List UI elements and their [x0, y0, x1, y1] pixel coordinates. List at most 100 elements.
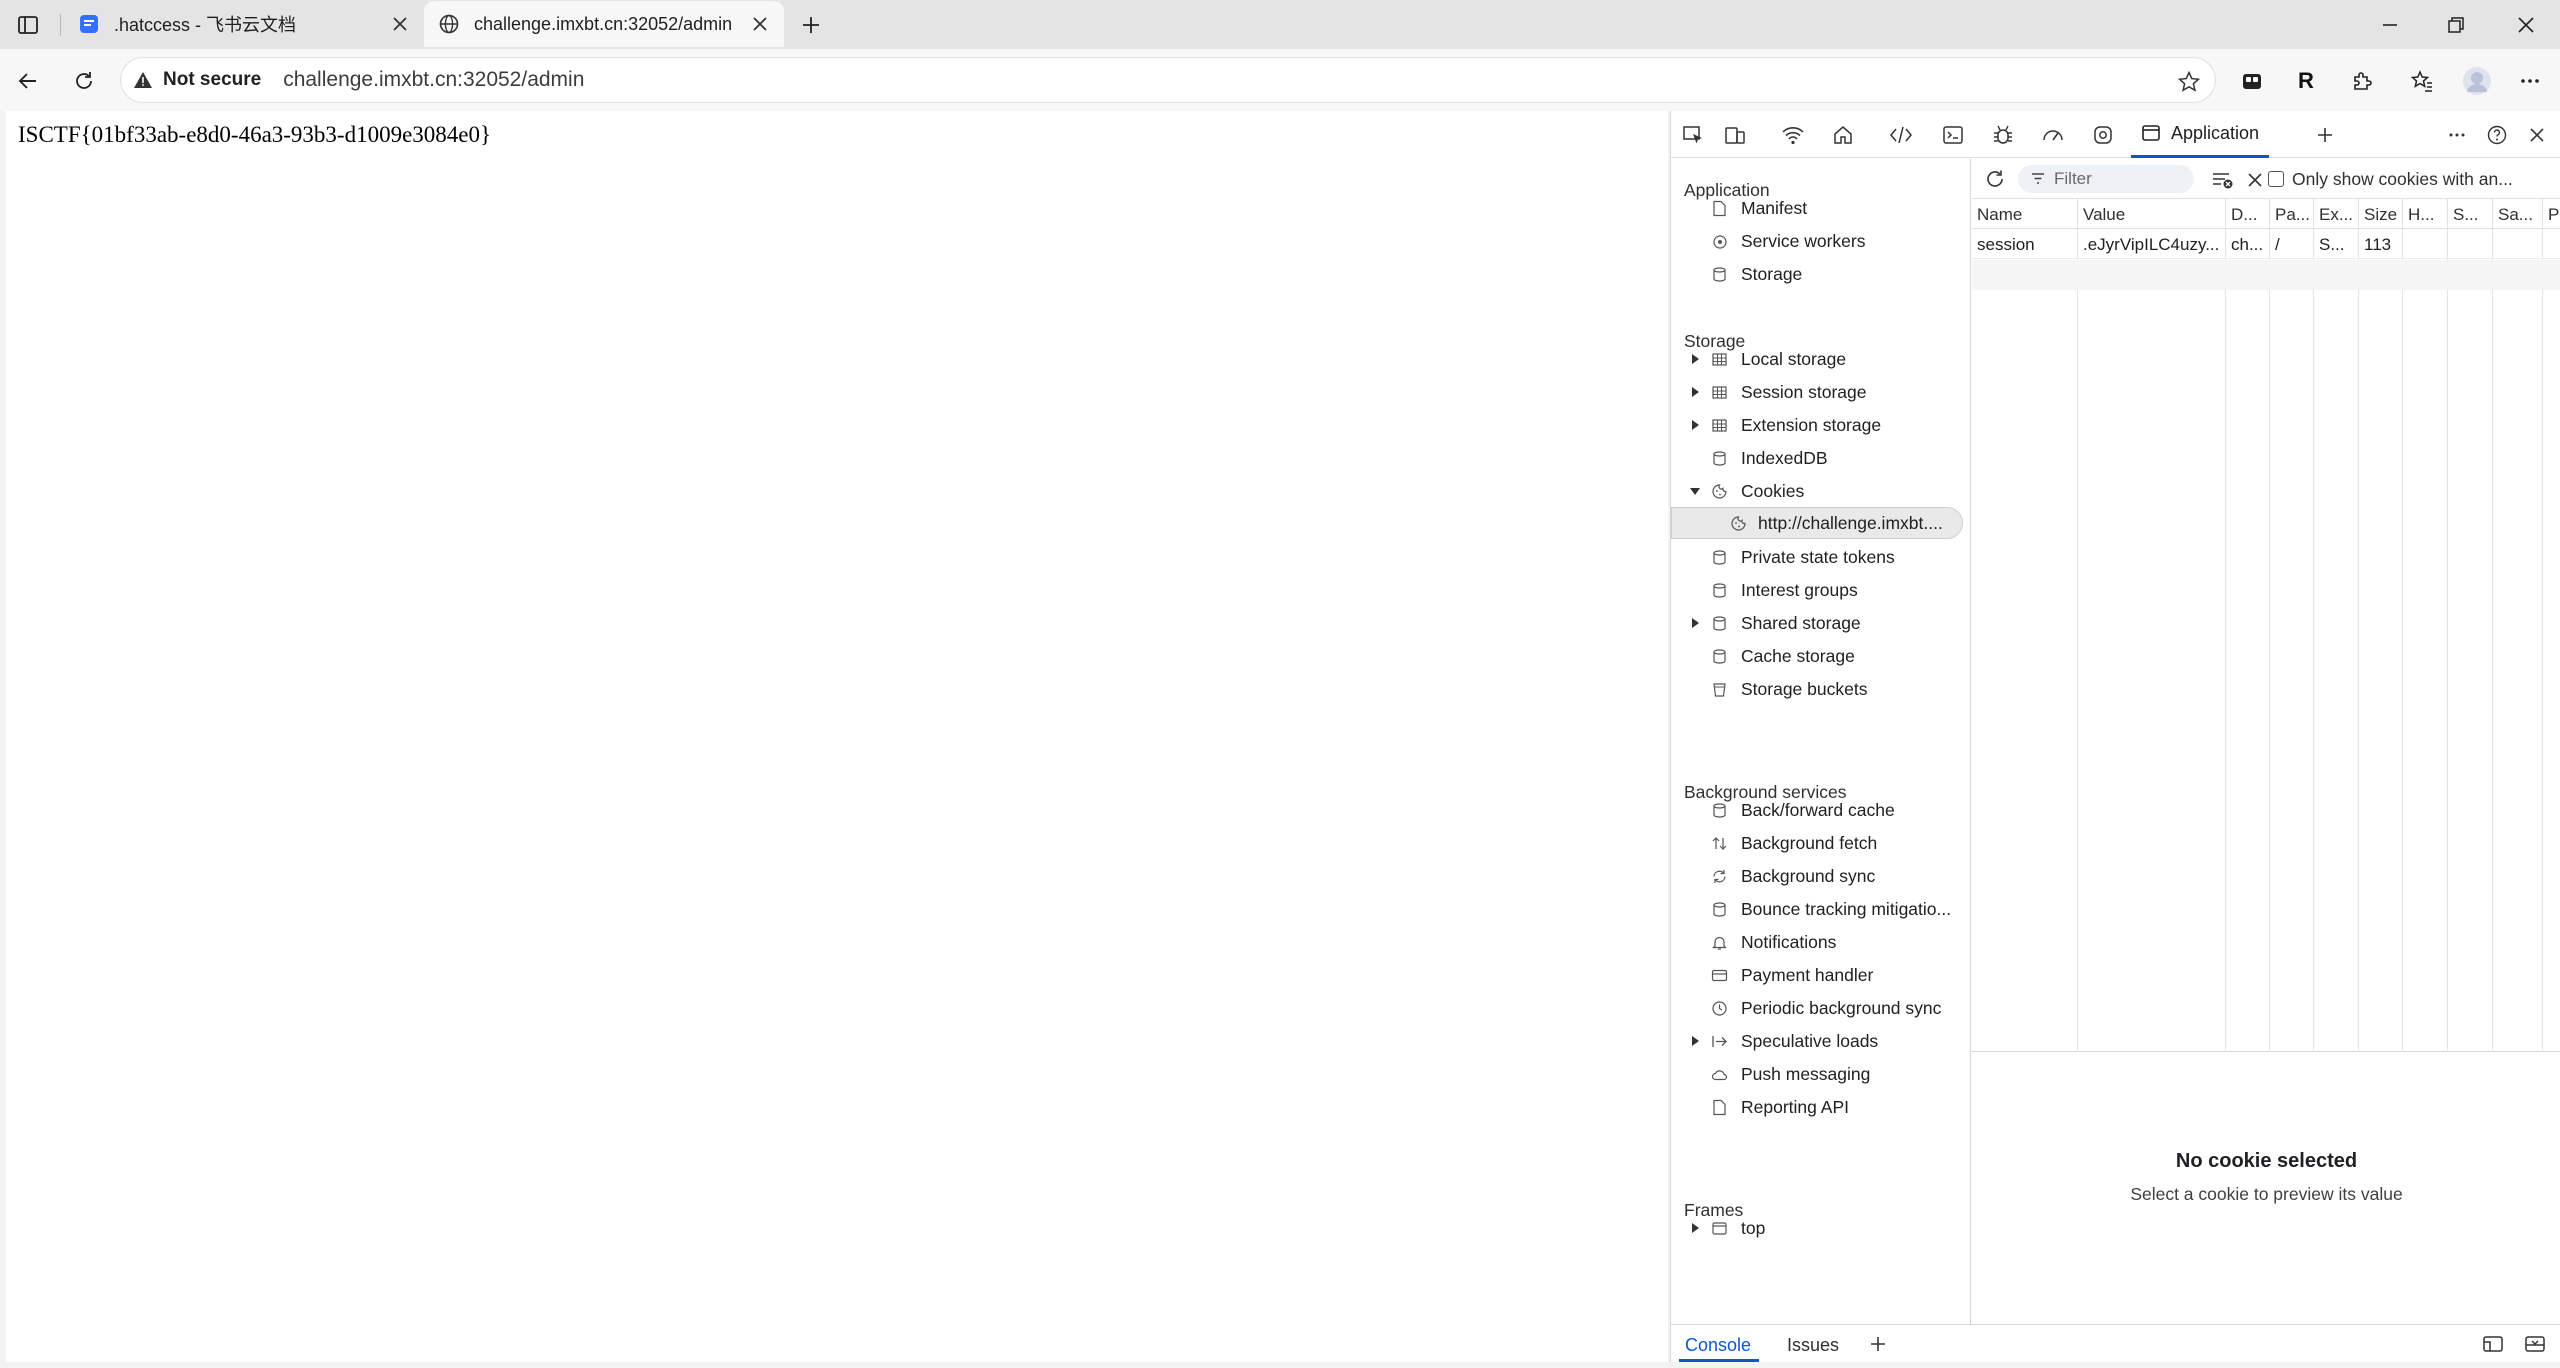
expand-arrow-icon[interactable] [1689, 386, 1701, 398]
welcome-home-icon[interactable] [1829, 121, 1857, 149]
sidebar-item-speculative-loads[interactable]: Speculative loads [1671, 1025, 1971, 1057]
column-header-httponly[interactable]: H... [2403, 199, 2448, 229]
column-header-expires[interactable]: Ex... [2314, 199, 2359, 229]
extensions-button[interactable] [2346, 65, 2378, 97]
elements-icon[interactable] [1887, 121, 1915, 149]
restore-button[interactable] [2436, 10, 2476, 40]
sidebar-item-back-forward-cache[interactable]: Back/forward cache [1671, 794, 1971, 826]
only-show-issues-label[interactable]: Only show cookies with an... [2292, 169, 2513, 190]
filter-input[interactable]: Filter [2018, 165, 2194, 193]
collapse-arrow-icon[interactable] [1689, 485, 1701, 497]
cell-value[interactable]: .eJyrVipILC4uzy... [2078, 229, 2226, 259]
add-drawer-tab-icon[interactable] [1865, 1331, 1891, 1357]
extension-app-button[interactable] [2236, 65, 2268, 97]
sidebar-item-local-storage[interactable]: Local storage [1671, 343, 1971, 375]
column-header-size[interactable]: Size [2359, 199, 2403, 229]
close-drawer-icon[interactable] [2521, 1331, 2549, 1357]
sidebar-item-private-state-tokens[interactable]: Private state tokens [1671, 541, 1971, 573]
cell-name[interactable]: session [1972, 229, 2078, 259]
column-header-samesite[interactable]: Sa... [2493, 199, 2543, 229]
devtools-tab-bar: Application [1671, 111, 2560, 158]
url-text[interactable]: challenge.imxbt.cn:32052/admin [283, 68, 584, 92]
column-header-name[interactable]: Name [1972, 199, 2078, 229]
close-tab-icon[interactable] [748, 12, 772, 36]
expand-arrow-icon[interactable] [1689, 1222, 1701, 1234]
expand-arrow-icon[interactable] [1689, 617, 1701, 629]
puzzle-icon [2354, 72, 2372, 90]
column-header-partition[interactable]: P [2543, 199, 2560, 229]
sidebar-item-storage[interactable]: Storage [1671, 258, 1971, 290]
cell-size[interactable]: 113 [2359, 229, 2403, 259]
only-show-issues-checkbox[interactable] [2268, 171, 2284, 187]
sidebar-item-storage-buckets[interactable]: Storage buckets [1671, 673, 1971, 705]
sidebar-item-background-sync[interactable]: Background sync [1671, 860, 1971, 892]
column-divider [2359, 199, 2403, 1052]
sidebar-item-payment-handler[interactable]: Payment handler [1671, 959, 1971, 991]
address-bar[interactable]: Not secure challenge.imxbt.cn:32052/admi… [120, 57, 2216, 103]
inspect-element-icon[interactable] [1679, 121, 1707, 149]
sidebar-item-periodic-background-sync[interactable]: Periodic background sync [1671, 992, 1971, 1024]
expand-arrow-icon[interactable] [1689, 419, 1701, 431]
cell-expires[interactable]: S... [2314, 229, 2359, 259]
sidebar-item-background-fetch[interactable]: Background fetch [1671, 827, 1971, 859]
drawer-tab-console[interactable]: Console [1685, 1335, 1751, 1356]
settings-gear-icon[interactable] [2089, 121, 2117, 149]
sidebar-item-session-storage[interactable]: Session storage [1671, 376, 1971, 408]
filter-icon [2032, 173, 2044, 184]
expand-arrow-icon[interactable] [1689, 1035, 1701, 1047]
performance-icon[interactable] [2039, 121, 2067, 149]
network-icon[interactable] [1779, 121, 1807, 149]
close-tab-icon[interactable] [388, 12, 412, 36]
sidebar-item-indexeddb[interactable]: IndexedDB [1671, 442, 1971, 474]
devtools-more-icon[interactable] [2443, 121, 2471, 149]
more-tools-plus-icon[interactable] [2311, 121, 2339, 149]
tab-actions-icon[interactable] [14, 11, 42, 39]
active-tab-indicator [1679, 1359, 1759, 1362]
sidebar-item-label: Periodic background sync [1741, 998, 1942, 1018]
drawer-tab-issues[interactable]: Issues [1787, 1335, 1839, 1356]
star-icon[interactable] [2177, 70, 2201, 94]
new-tab-button[interactable] [796, 10, 826, 40]
sidebar-item-shared-storage[interactable]: Shared storage [1671, 607, 1971, 639]
sidebar-item-push-messaging[interactable]: Push messaging [1671, 1058, 1971, 1090]
dock-drawer-icon[interactable] [2479, 1331, 2507, 1357]
device-toolbar-icon[interactable] [1721, 121, 1749, 149]
tab-application[interactable]: Application [2131, 111, 2269, 158]
delete-all-cookies-icon[interactable] [2242, 167, 2268, 193]
cell-path[interactable]: / [2270, 229, 2314, 259]
sidebar-item-extension-storage[interactable]: Extension storage [1671, 409, 1971, 441]
refresh-icon[interactable] [1982, 166, 2008, 192]
profile-avatar[interactable] [2460, 64, 2494, 98]
console-icon[interactable] [1939, 121, 1967, 149]
more-menu-button[interactable] [2514, 65, 2546, 97]
sidebar-item-cookie-origin[interactable]: http://challenge.imxbt.... [1671, 507, 1963, 539]
back-button[interactable] [12, 65, 44, 97]
help-icon[interactable] [2483, 121, 2511, 149]
tab-hatccess-doc[interactable]: .hatccess - 飞书云文档 [64, 1, 424, 47]
sidebar-item-notifications[interactable]: Notifications [1671, 926, 1971, 958]
sidebar-item-interest-groups[interactable]: Interest groups [1671, 574, 1971, 606]
reload-button[interactable] [68, 65, 100, 97]
minimize-button[interactable] [2370, 10, 2410, 40]
sidebar-item-manifest[interactable]: Manifest [1671, 192, 1971, 224]
profile-letter-button[interactable]: R [2290, 65, 2322, 97]
close-window-button[interactable] [2506, 10, 2546, 40]
column-header-path[interactable]: Pa... [2270, 199, 2314, 229]
close-devtools-icon[interactable] [2523, 121, 2551, 149]
security-label[interactable]: Not secure [163, 69, 261, 91]
clear-filtered-cookies-icon[interactable] [2210, 167, 2236, 193]
sidebar-item-cache-storage[interactable]: Cache storage [1671, 640, 1971, 672]
sidebar-item-cookies[interactable]: Cookies [1671, 475, 1971, 507]
tab-challenge-admin[interactable]: challenge.imxbt.cn:32052/admin [424, 1, 784, 47]
column-header-secure[interactable]: S... [2448, 199, 2493, 229]
favorites-button[interactable] [2406, 65, 2438, 97]
sources-bug-icon[interactable] [1989, 121, 2017, 149]
sidebar-item-service-workers[interactable]: Service workers [1671, 225, 1971, 257]
sidebar-item-frame-top[interactable]: top [1671, 1212, 1971, 1244]
column-header-value[interactable]: Value [2078, 199, 2226, 229]
expand-arrow-icon[interactable] [1689, 353, 1701, 365]
column-header-domain[interactable]: D... [2226, 199, 2270, 229]
sidebar-item-bounce-tracking[interactable]: Bounce tracking mitigatio... [1671, 893, 1971, 925]
sidebar-item-reporting-api[interactable]: Reporting API [1671, 1091, 1971, 1123]
cell-domain[interactable]: ch... [2226, 229, 2270, 259]
